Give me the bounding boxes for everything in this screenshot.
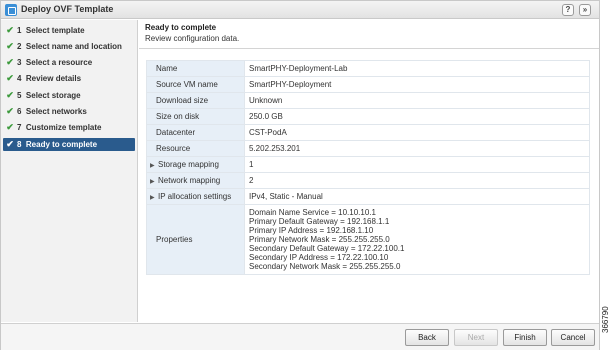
step-select-name-location[interactable]: ✔ 2 Select name and location [3, 40, 135, 53]
step-label: Select networks [25, 107, 87, 116]
check-icon: ✔ [6, 122, 14, 132]
row-label: Size on disk [146, 108, 245, 125]
row-label-cell: ▶ Network mapping [146, 172, 245, 189]
step-number: 7 [17, 123, 22, 132]
table-row-expandable[interactable]: ▶ Network mapping 2 [146, 172, 590, 189]
row-value: 1 [244, 156, 590, 173]
row-value: SmartPHY-Deployment [244, 76, 590, 93]
step-select-storage[interactable]: ✔ 5 Select storage [3, 89, 135, 102]
title-bar: Deploy OVF Template ? » [1, 1, 599, 19]
step-number: 6 [17, 107, 22, 116]
row-label-cell: ▶ Storage mapping [146, 156, 245, 173]
step-ready-to-complete[interactable]: ✔ 8 Ready to complete [3, 138, 135, 151]
property-line: Secondary Default Gateway = 172.22.100.1 [249, 244, 405, 253]
row-label: Resource [146, 140, 245, 157]
wizard-steps: ✔ 1 Select template ✔ 2 Select name and … [1, 20, 138, 322]
expand-arrow-icon[interactable]: ▶ [150, 194, 158, 201]
check-icon: ✔ [6, 106, 14, 116]
property-line: Primary IP Address = 192.168.1.10 [249, 226, 374, 235]
row-label: IP allocation settings [158, 192, 232, 201]
properties-value: Domain Name Service = 10.10.10.1 Primary… [244, 204, 590, 275]
page-title: Ready to complete [145, 23, 217, 32]
step-number: 1 [17, 26, 22, 35]
back-button[interactable]: Back [405, 329, 449, 346]
row-label: Properties [146, 204, 245, 275]
step-select-template[interactable]: ✔ 1 Select template [3, 24, 135, 37]
step-label: Select a resource [25, 58, 93, 67]
row-label: Name [146, 60, 245, 77]
row-label: Source VM name [146, 76, 245, 93]
step-review-details[interactable]: ✔ 4 Review details [3, 72, 135, 85]
figure-id: 366790 [601, 306, 610, 333]
step-label: Select name and location [25, 42, 122, 51]
table-row-expandable[interactable]: ▶ IP allocation settings IPv4, Static - M… [146, 188, 590, 205]
row-value: CST-PodA [244, 124, 590, 141]
row-label-cell: ▶ IP allocation settings [146, 188, 245, 205]
property-line: Primary Default Gateway = 192.168.1.1 [249, 217, 390, 226]
property-line: Secondary Network Mask = 255.255.255.0 [249, 262, 401, 271]
property-line: Domain Name Service = 10.10.10.1 [249, 208, 376, 217]
check-icon: ✔ [6, 57, 14, 67]
table-row-properties: Properties Domain Name Service = 10.10.1… [146, 204, 590, 275]
step-number: 8 [17, 140, 22, 149]
step-number: 4 [17, 74, 22, 83]
row-value: SmartPHY-Deployment-Lab [244, 60, 590, 77]
table-row-expandable[interactable]: ▶ Storage mapping 1 [146, 156, 590, 173]
dialog-footer: Back Next Finish Cancel [1, 323, 599, 350]
cancel-button[interactable]: Cancel [551, 329, 595, 346]
expand-icon[interactable]: » [579, 4, 591, 16]
expand-arrow-icon[interactable]: ▶ [150, 178, 158, 185]
finish-button[interactable]: Finish [503, 329, 547, 346]
check-icon: ✔ [6, 90, 14, 100]
table-row: Download size Unknown [146, 92, 590, 109]
property-line: Primary Network Mask = 255.255.255.0 [249, 235, 390, 244]
step-number: 3 [17, 58, 22, 67]
main-content: Ready to complete Review configuration d… [139, 20, 599, 322]
step-customize-template[interactable]: ✔ 7 Customize template [3, 121, 135, 134]
help-icon[interactable]: ? [562, 4, 574, 16]
step-select-resource[interactable]: ✔ 3 Select a resource [3, 56, 135, 69]
row-label: Storage mapping [158, 160, 219, 169]
table-row: Datacenter CST-PodA [146, 124, 590, 141]
vsphere-app-icon [5, 4, 17, 16]
step-select-networks[interactable]: ✔ 6 Select networks [3, 105, 135, 118]
step-number: 5 [17, 91, 22, 100]
page-subtitle: Review configuration data. [145, 34, 240, 43]
expand-arrow-icon[interactable]: ▶ [150, 162, 158, 169]
next-button[interactable]: Next [454, 329, 498, 346]
step-number: 2 [17, 42, 22, 51]
check-icon: ✔ [6, 139, 14, 149]
step-label: Ready to complete [25, 140, 98, 149]
row-value: IPv4, Static - Manual [244, 188, 590, 205]
deploy-ovf-dialog: Deploy OVF Template ? » ✔ 1 Select templ… [0, 0, 600, 350]
row-value: 2 [244, 172, 590, 189]
check-icon: ✔ [6, 25, 14, 35]
property-line: Secondary IP Address = 172.22.100.10 [249, 253, 389, 262]
row-label: Datacenter [146, 124, 245, 141]
window-title: Deploy OVF Template [21, 4, 114, 14]
row-label: Network mapping [158, 176, 221, 185]
row-value: 5.202.253.201 [244, 140, 590, 157]
review-table: Name SmartPHY-Deployment-Lab Source VM n… [146, 60, 590, 275]
table-row: Resource 5.202.253.201 [146, 140, 590, 157]
check-icon: ✔ [6, 73, 14, 83]
check-icon: ✔ [6, 41, 14, 51]
table-row: Source VM name SmartPHY-Deployment [146, 76, 590, 93]
row-value: 250.0 GB [244, 108, 590, 125]
step-label: Review details [25, 74, 82, 83]
step-label: Select template [25, 26, 85, 35]
header-divider [139, 48, 599, 49]
row-label: Download size [146, 92, 245, 109]
table-row: Name SmartPHY-Deployment-Lab [146, 60, 590, 77]
step-label: Customize template [25, 123, 102, 132]
step-label: Select storage [25, 91, 81, 100]
row-value: Unknown [244, 92, 590, 109]
table-row: Size on disk 250.0 GB [146, 108, 590, 125]
